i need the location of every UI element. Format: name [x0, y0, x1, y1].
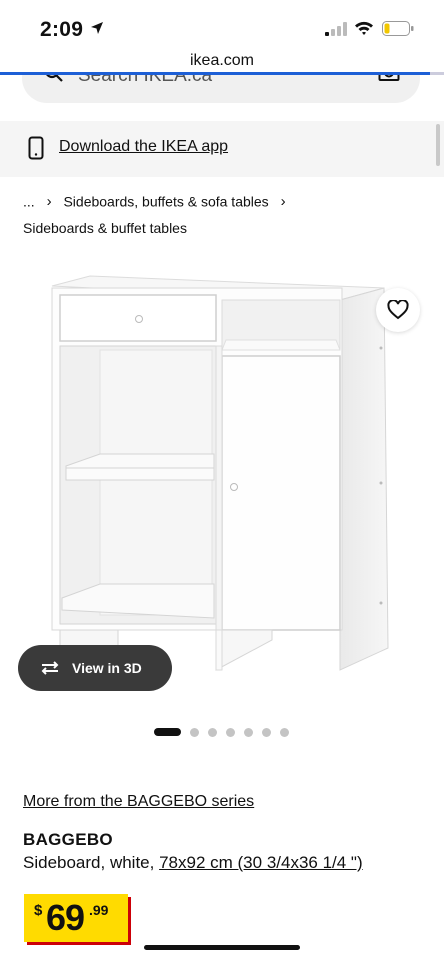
carousel-dot[interactable] [280, 727, 289, 737]
mobile-phone-icon [28, 136, 44, 160]
address-bar-url[interactable]: ikea.com [0, 52, 444, 70]
carousel-dot[interactable] [190, 727, 199, 737]
search-input[interactable]: Search IKEA.ca [22, 75, 420, 103]
image-carousel-dots [154, 726, 298, 738]
product-description: Sideboard, white, 78x92 cm (30 3/4x36 1/… [23, 853, 363, 873]
download-app-link[interactable]: Download the IKEA app [59, 138, 228, 156]
status-bar: 2:09 [0, 0, 444, 56]
product-name: BAGGEBO [23, 830, 113, 849]
price-decimal: .99 [89, 902, 109, 918]
breadcrumb: ... › Sideboards, buffets & sofa tables … [23, 192, 294, 210]
home-indicator[interactable] [144, 945, 300, 950]
status-time: 2:09 [40, 18, 84, 41]
wifi-icon [355, 21, 373, 35]
battery-icon [382, 21, 414, 36]
price-tag: $ 69 .99 [24, 894, 128, 942]
carousel-dot[interactable] [262, 727, 271, 737]
carousel-dot-active[interactable] [154, 728, 181, 736]
series-link[interactable]: More from the BAGGEBO series [23, 793, 254, 811]
favourite-button[interactable] [376, 288, 420, 332]
price-currency: $ [34, 902, 43, 919]
app-download-banner[interactable]: Download the IKEA app [0, 121, 444, 177]
cellular-signal-icon [325, 22, 347, 36]
product-type-text: Sideboard, white, [23, 853, 160, 872]
product-dimensions-link[interactable]: 78x92 cm (30 3/4x36 1/4 ") [159, 853, 363, 872]
camera-search-icon[interactable] [378, 75, 400, 83]
price-integer: 69 [46, 897, 85, 938]
breadcrumb-parent-link[interactable]: Sideboards, buffets & sofa tables [63, 193, 268, 209]
view-in-3d-label: View in 3D [72, 660, 142, 676]
carousel-dot[interactable] [244, 727, 253, 737]
search-area: Search IKEA.ca [0, 75, 444, 107]
location-arrow-icon [91, 22, 103, 34]
view-in-3d-button[interactable]: View in 3D [18, 645, 172, 691]
chevron-right-icon: › [46, 192, 52, 210]
heart-icon [387, 300, 409, 320]
carousel-dot[interactable] [226, 727, 235, 737]
chevron-right-icon: › [280, 192, 286, 210]
breadcrumb-current-link[interactable]: Sideboards & buffet tables [23, 220, 187, 236]
search-placeholder: Search IKEA.ca [78, 75, 213, 86]
page-scrollbar[interactable] [436, 124, 440, 166]
rotate-3d-icon [41, 661, 59, 675]
breadcrumb-ellipsis[interactable]: ... [23, 193, 35, 209]
search-icon [46, 75, 63, 82]
carousel-dot[interactable] [208, 727, 217, 737]
